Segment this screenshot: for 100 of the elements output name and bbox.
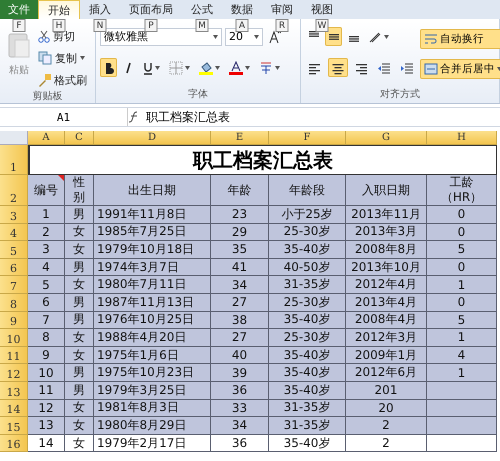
row-header[interactable]: 13 [0,382,28,400]
table-cell: 3 [28,241,65,259]
ribbon-tab[interactable]: 公式 [182,0,222,19]
font-name-field[interactable]: 微软雅黑 [100,28,222,46]
caret-icon [254,34,259,38]
table-cell: 4 [427,346,497,364]
table-cell: 女 [65,241,94,259]
row-header[interactable]: 12 [0,364,28,382]
formula-field[interactable]: 职工档案汇总表 [138,108,500,126]
brush-icon [38,74,51,86]
row-header[interactable]: 8 [0,294,28,312]
horizontal-align-button[interactable] [328,58,348,77]
table-cell: 2012年6月 [346,364,427,382]
table-cell: 2012年3月 [346,329,427,347]
table-cell: 男 [65,364,94,382]
table-cell: 1 [427,364,497,382]
format-painter-button[interactable]: 格式刷 [38,71,87,89]
column-header[interactable]: D [94,131,211,145]
row-header[interactable]: 15 [0,417,28,435]
row-header[interactable]: 7 [0,276,28,294]
table-cell: 1988年4月20日 [94,329,211,347]
wrap-text-button[interactable]: 自动换行 [420,29,500,49]
ribbon-tab[interactable]: 页面布局 [120,0,182,19]
row-header[interactable]: 6 [0,258,28,276]
table-cell: 1976年10月25日 [94,312,211,330]
paint-bucket-icon [199,60,213,74]
table-cell: 11 [28,382,65,400]
column-header[interactable]: G [346,131,427,145]
ribbon-tab[interactable]: 插入 [80,0,120,19]
table-cell: 34 [211,417,269,435]
row-header[interactable]: 9 [0,312,28,330]
table-cell: 1 [28,206,65,224]
row-header[interactable]: 3 [0,206,28,224]
table-cell: 8 [28,329,65,347]
table-cell: 女 [65,400,94,418]
row-header[interactable]: 10 [0,329,28,347]
column-header[interactable]: F [269,131,346,145]
table-cell: 男 [65,206,94,224]
table-cell: 41 [211,258,269,276]
table-cell: 1980年7月11日 [94,276,211,294]
table-cell: 1985年7月25日 [94,224,211,242]
vertical-align-button[interactable] [325,27,342,46]
table-cell: 0 [427,258,497,276]
column-header[interactable]: A [28,131,65,145]
row-header[interactable]: 11 [0,346,28,364]
column-header[interactable]: H [427,131,497,145]
ribbon-tab[interactable]: 视图 [302,0,342,19]
table-cell: 25-30岁 [269,329,346,347]
lines-icon [348,36,358,42]
table-cell: 2008年4月 [346,312,427,330]
italic-icon [124,60,134,74]
table-cell: 女 [65,329,94,347]
ribbon-tab[interactable]: 审阅 [262,0,302,19]
header-cell: 编号 [28,175,65,206]
keytip-badge: R [276,19,288,32]
ribbon-tab[interactable]: 数据 [222,0,262,19]
row-header[interactable]: 2 [0,175,28,206]
table-cell: 14 [28,434,65,452]
lines-icon [328,34,338,40]
row-header[interactable]: 5 [0,241,28,259]
column-header[interactable]: E [211,131,269,145]
row-header[interactable]: 4 [0,224,28,242]
table-cell: 9 [28,346,65,364]
keytip-badge: W [316,19,328,32]
font-size-field[interactable]: 20 [225,28,263,46]
table-cell: 1987年11月13日 [94,294,211,312]
table-cell: 1991年11月8日 [94,206,211,224]
file-tab[interactable]: 文件 [0,0,38,19]
table-cell: 2013年10月 [346,258,427,276]
table-cell: 2 [346,434,427,452]
merge-cells-icon [424,62,438,76]
table-cell: 女 [65,417,94,435]
caret-icon [215,66,220,70]
table-cell: 31-35岁 [269,400,346,418]
table-cell: 0 [427,206,497,224]
header-cell: 出生日期 [94,175,211,206]
copy-button[interactable]: 复制 [38,49,87,67]
caret-icon [80,56,85,60]
scissors-icon [38,30,50,42]
table-cell: 1974年3月7日 [94,258,211,276]
name-box[interactable]: A1 [0,108,128,126]
table-cell: 31-35岁 [269,417,346,435]
copy-icon [38,51,52,65]
header-cell: 工龄 （HR） [427,175,497,206]
wrap-text-icon [424,32,438,46]
phonetic-icon [259,60,273,74]
column-header[interactable]: C [65,131,94,145]
merge-center-button[interactable]: 合并后居中 [420,59,500,79]
table-cell: 2 [28,224,65,242]
ribbon-tab[interactable]: 开始 [38,0,80,19]
table-cell: 1 [427,276,497,294]
table-cell: 40 [211,346,269,364]
indent-icon [400,60,414,74]
bold-button[interactable] [100,58,117,77]
row-header[interactable]: 16 [0,434,28,452]
row-header[interactable]: 14 [0,400,28,418]
row-header[interactable]: 1 [0,145,28,175]
table-cell: 女 [65,346,94,364]
table-cell: 38 [211,312,269,330]
table-cell: 33 [211,400,269,418]
